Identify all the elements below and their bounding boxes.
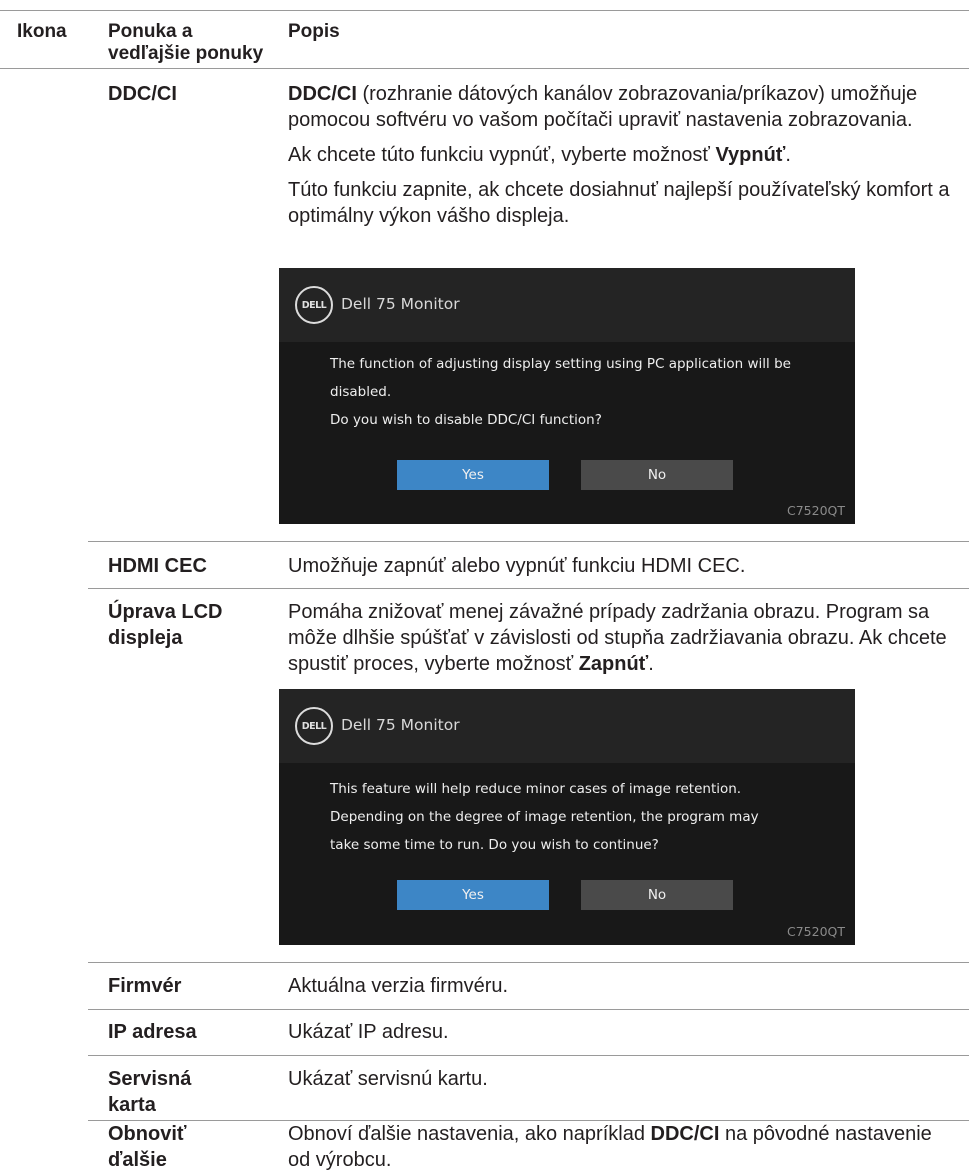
osd-yes-button[interactable]: Yes bbox=[397, 460, 549, 490]
service-tag-description: Ukázať servisnú kartu. bbox=[288, 1068, 488, 1090]
ddcci-description: DDC/CI (rozhranie dátových kanálov zobra… bbox=[288, 81, 953, 229]
osd-header: DELL Dell 75 Monitor bbox=[279, 268, 855, 342]
row-rule bbox=[88, 541, 969, 542]
menu-ddcci: DDC/CI bbox=[108, 83, 177, 105]
header-bottom-rule bbox=[0, 68, 969, 69]
menu-reset-other: Obnoviť ďalšie bbox=[108, 1123, 187, 1171]
osd-title: Dell 75 Monitor bbox=[341, 716, 460, 734]
row-rule bbox=[88, 962, 969, 963]
osd-message: The function of adjusting display settin… bbox=[330, 356, 791, 428]
header-icon-column: Ikona bbox=[17, 21, 67, 42]
header-description-column: Popis bbox=[288, 21, 340, 42]
ddcci-paragraph-2: Ak chcete túto funkciu vypnúť, vyberte m… bbox=[288, 144, 791, 166]
osd-header: DELL Dell 75 Monitor bbox=[279, 689, 855, 763]
lcd-conditioning-description: Pomáha znižovať menej závažné prípady za… bbox=[288, 601, 947, 675]
osd-no-button[interactable]: No bbox=[581, 880, 733, 910]
header-menu-column-line2: vedľajšie ponuky bbox=[108, 43, 264, 64]
osd-yes-button[interactable]: Yes bbox=[397, 880, 549, 910]
header-menu-column-line1: Ponuka a bbox=[108, 21, 193, 42]
menu-hdmi-cec: HDMI CEC bbox=[108, 555, 207, 577]
firmware-description: Aktuálna verzia firmvéru. bbox=[288, 975, 509, 997]
manual-page: Ikona Ponuka a vedľajšie ponuky Popis DD… bbox=[0, 0, 969, 1173]
osd-no-button[interactable]: No bbox=[581, 460, 733, 490]
hdmi-cec-description: Umožňuje zapnúť alebo vypnúť funkciu HDM… bbox=[288, 555, 746, 577]
ddcci-paragraph-1: DDC/CI (rozhranie dátových kanálov zobra… bbox=[288, 83, 918, 131]
row-rule bbox=[88, 1009, 969, 1010]
osd-message: This feature will help reduce minor case… bbox=[330, 781, 759, 853]
osd-dialog-lcd-conditioning: DELL Dell 75 Monitor This feature will h… bbox=[279, 689, 855, 945]
ip-address-description: Ukázať IP adresu. bbox=[288, 1021, 449, 1043]
menu-ip-address: IP adresa bbox=[108, 1021, 197, 1043]
ddcci-paragraph-3: Túto funkciu zapnite, ak chcete dosiahnu… bbox=[288, 179, 950, 227]
menu-service-tag: Servisná karta bbox=[108, 1068, 192, 1116]
reset-other-description: Obnoví ďalšie nastavenia, ako napríklad … bbox=[288, 1123, 932, 1171]
table-top-rule bbox=[0, 10, 969, 11]
osd-model-label: C7520QT bbox=[786, 503, 845, 518]
dell-logo-icon: DELL bbox=[295, 707, 333, 745]
menu-firmware: Firmvér bbox=[108, 975, 182, 997]
menu-lcd-conditioning: Úprava LCD displeja bbox=[108, 601, 223, 649]
osd-title: Dell 75 Monitor bbox=[341, 295, 460, 313]
osd-model-label: C7520QT bbox=[786, 924, 845, 939]
row-rule bbox=[88, 1055, 969, 1056]
osd-dialog-ddcci: DELL Dell 75 Monitor The function of adj… bbox=[279, 268, 855, 524]
dell-logo-icon: DELL bbox=[295, 286, 333, 324]
row-rule bbox=[88, 588, 969, 589]
